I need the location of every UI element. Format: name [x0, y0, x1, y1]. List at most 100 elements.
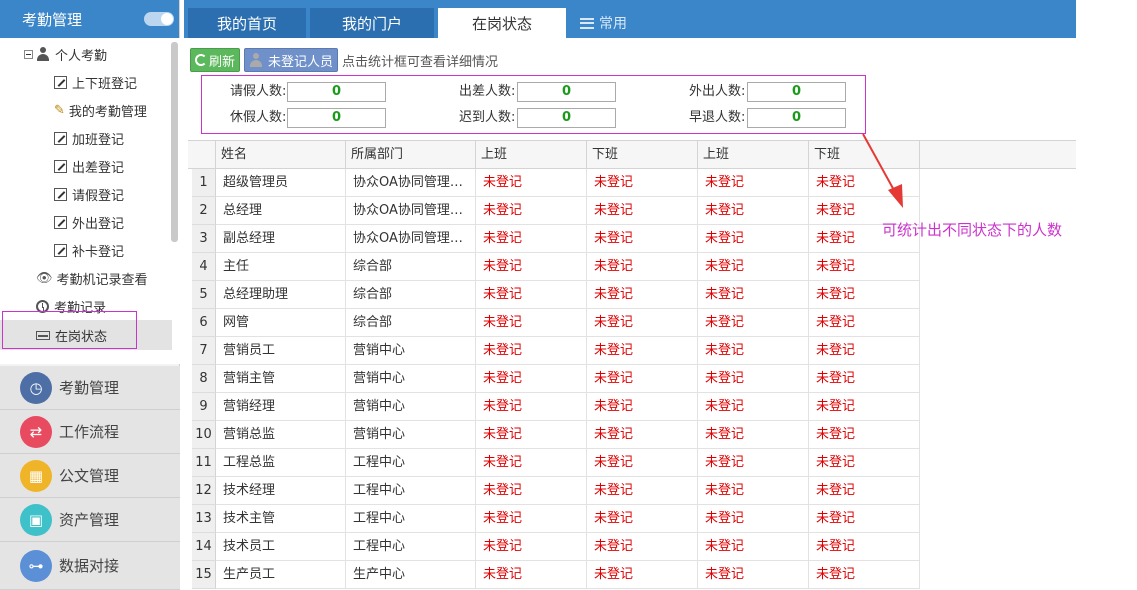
grid-cell-status[interactable]: 未登记	[476, 253, 587, 281]
grid-cell-name[interactable]: 主任	[216, 253, 346, 281]
grid-cell-status[interactable]: 未登记	[809, 337, 920, 365]
grid-cell-status[interactable]: 未登记	[587, 253, 698, 281]
grid-cell-status[interactable]: 未登记	[809, 449, 920, 477]
grid-cell-status[interactable]: 未登记	[476, 393, 587, 421]
grid-cell-status[interactable]: 未登记	[698, 225, 809, 253]
grid-cell-status[interactable]: 未登记	[476, 337, 587, 365]
grid-cell-status[interactable]: 未登记	[698, 421, 809, 449]
grid-cell-status[interactable]: 未登记	[809, 281, 920, 309]
stat-box-vacation[interactable]: 0	[287, 108, 386, 128]
sidebar-item-machine-records[interactable]: 👁 考勤机记录查看	[36, 266, 148, 290]
grid-cell-department[interactable]: 营销中心	[346, 393, 476, 421]
grid-cell-name[interactable]: 营销员工	[216, 337, 346, 365]
grid-cell-name[interactable]: 技术主管	[216, 505, 346, 533]
grid-cell-department[interactable]: 综合部	[346, 309, 476, 337]
sidebar-item-outing[interactable]: 外出登记	[54, 210, 124, 234]
grid-cell-status[interactable]: 未登记	[809, 533, 920, 561]
grid-cell-status[interactable]: 未登记	[698, 449, 809, 477]
grid-cell-status[interactable]: 未登记	[809, 309, 920, 337]
grid-cell-name[interactable]: 技术经理	[216, 477, 346, 505]
collapse-icon[interactable]	[24, 49, 33, 59]
grid-cell-department[interactable]: 协众OA协同管理…	[346, 225, 476, 253]
grid-cell-name[interactable]: 总经理	[216, 197, 346, 225]
grid-cell-status[interactable]: 未登记	[587, 421, 698, 449]
grid-cell-status[interactable]: 未登记	[587, 225, 698, 253]
grid-cell-department[interactable]: 工程中心	[346, 477, 476, 505]
grid-cell-status[interactable]: 未登记	[587, 169, 698, 197]
grid-cell-status[interactable]: 未登记	[698, 505, 809, 533]
grid-cell-name[interactable]: 超级管理员	[216, 169, 346, 197]
grid-cell-status[interactable]: 未登记	[809, 253, 920, 281]
grid-cell-status[interactable]: 未登记	[476, 281, 587, 309]
grid-cell-status[interactable]: 未登记	[698, 281, 809, 309]
grid-cell-department[interactable]: 工程中心	[346, 449, 476, 477]
tab-home[interactable]: 我的首页	[188, 8, 306, 38]
grid-cell-status[interactable]: 未登记	[476, 169, 587, 197]
grid-header-cell[interactable]: 上班	[698, 141, 809, 169]
unregistered-button[interactable]: 未登记人员	[244, 48, 339, 72]
sidebar-item-clock-in[interactable]: 上下班登记	[54, 70, 137, 94]
nav-attendance[interactable]: ◷ 考勤管理	[0, 366, 180, 410]
grid-cell-status[interactable]: 未登记	[476, 365, 587, 393]
grid-cell-status[interactable]: 未登记	[476, 225, 587, 253]
grid-cell-status[interactable]: 未登记	[587, 281, 698, 309]
grid-cell-status[interactable]: 未登记	[809, 365, 920, 393]
grid-cell-department[interactable]: 综合部	[346, 281, 476, 309]
grid-cell-status[interactable]: 未登记	[476, 561, 587, 589]
grid-cell-department[interactable]: 营销中心	[346, 365, 476, 393]
sidebar-item-personal-attendance[interactable]: 个人考勤	[24, 42, 107, 66]
grid-cell-status[interactable]: 未登记	[587, 561, 698, 589]
grid-cell-department[interactable]: 工程中心	[346, 533, 476, 561]
grid-cell-status[interactable]: 未登记	[587, 393, 698, 421]
grid-cell-status[interactable]: 未登记	[698, 533, 809, 561]
nav-documents[interactable]: ▦ 公文管理	[0, 454, 180, 498]
grid-cell-status[interactable]: 未登记	[698, 253, 809, 281]
grid-header-cell[interactable]: 下班	[587, 141, 698, 169]
grid-cell-status[interactable]: 未登记	[587, 197, 698, 225]
sidebar-item-card-supplement[interactable]: 补卡登记	[54, 238, 124, 262]
sidebar-item-business-trip[interactable]: 出差登记	[54, 154, 124, 178]
refresh-button[interactable]: 刷新	[190, 48, 241, 72]
grid-cell-status[interactable]: 未登记	[809, 505, 920, 533]
grid-cell-status[interactable]: 未登记	[476, 309, 587, 337]
grid-cell-status[interactable]: 未登记	[587, 449, 698, 477]
grid-cell-status[interactable]: 未登记	[476, 197, 587, 225]
sidebar-item-leave[interactable]: 请假登记	[54, 182, 124, 206]
grid-cell-status[interactable]: 未登记	[809, 561, 920, 589]
grid-cell-name[interactable]: 副总经理	[216, 225, 346, 253]
stat-box-late[interactable]: 0	[517, 108, 616, 128]
grid-cell-status[interactable]: 未登记	[476, 449, 587, 477]
grid-cell-department[interactable]: 营销中心	[346, 421, 476, 449]
grid-cell-status[interactable]: 未登记	[698, 309, 809, 337]
grid-cell-name[interactable]: 营销主管	[216, 365, 346, 393]
grid-cell-status[interactable]: 未登记	[587, 533, 698, 561]
grid-cell-status[interactable]: 未登记	[587, 337, 698, 365]
grid-cell-department[interactable]: 生产中心	[346, 561, 476, 589]
sidebar-item-my-attendance[interactable]: ✎ 我的考勤管理	[54, 98, 147, 122]
grid-cell-department[interactable]: 综合部	[346, 253, 476, 281]
grid-header-cell[interactable]: 上班	[476, 141, 587, 169]
grid-cell-status[interactable]: 未登记	[587, 505, 698, 533]
grid-cell-name[interactable]: 总经理助理	[216, 281, 346, 309]
grid-cell-department[interactable]: 工程中心	[346, 505, 476, 533]
sidebar-toggle[interactable]	[144, 12, 174, 26]
stat-box-outing[interactable]: 0	[747, 82, 846, 102]
grid-cell-status[interactable]: 未登记	[698, 561, 809, 589]
grid-cell-status[interactable]: 未登记	[476, 477, 587, 505]
grid-cell-department[interactable]: 协众OA协同管理…	[346, 197, 476, 225]
grid-cell-department[interactable]: 营销中心	[346, 337, 476, 365]
sidebar-scrollbar[interactable]	[171, 42, 178, 242]
grid-cell-name[interactable]: 网管	[216, 309, 346, 337]
grid-cell-status[interactable]: 未登记	[476, 505, 587, 533]
stat-box-early-leave[interactable]: 0	[747, 108, 846, 128]
sidebar-item-overtime[interactable]: 加班登记	[54, 126, 124, 150]
tab-common[interactable]: 常用	[580, 8, 627, 38]
grid-cell-status[interactable]: 未登记	[698, 477, 809, 505]
grid-header-cell[interactable]: 姓名	[216, 141, 346, 169]
grid-cell-name[interactable]: 营销总监	[216, 421, 346, 449]
stat-box-leave[interactable]: 0	[287, 82, 386, 102]
grid-cell-status[interactable]: 未登记	[587, 309, 698, 337]
stat-box-trip[interactable]: 0	[517, 82, 616, 102]
grid-cell-status[interactable]: 未登记	[476, 533, 587, 561]
grid-cell-status[interactable]: 未登记	[809, 393, 920, 421]
